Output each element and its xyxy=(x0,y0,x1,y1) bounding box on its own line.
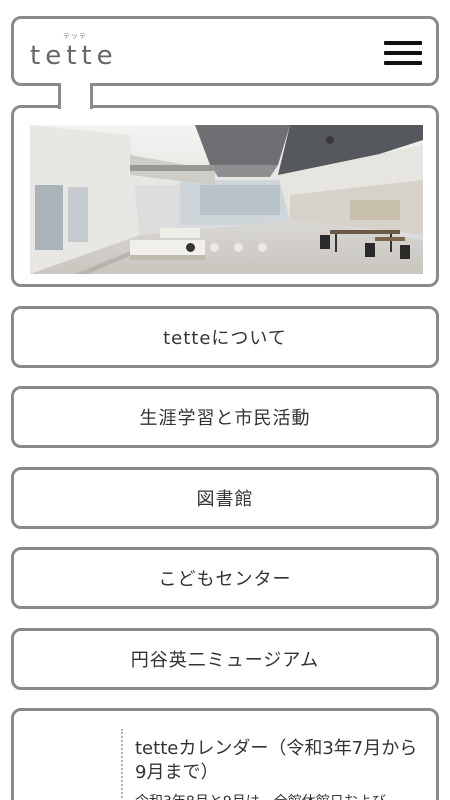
logo-ruby: テッテ xyxy=(63,32,87,40)
news-title[interactable]: tetteカレンダー（令和3年7月から9月まで） xyxy=(135,737,425,785)
nav-lifelong-learning[interactable]: 生涯学習と市民活動 xyxy=(11,386,439,448)
menu-bar-middle xyxy=(384,51,422,55)
hero-image[interactable] xyxy=(30,125,423,274)
slide-dot-2[interactable] xyxy=(209,243,219,252)
nav-library[interactable]: 図書館 xyxy=(11,467,439,529)
news-excerpt: 令和3年8月と9月は、全館休館日および xyxy=(135,791,435,800)
nav-kids-center[interactable]: こどもセンター xyxy=(11,547,439,609)
nav-about-tette[interactable]: tetteについて xyxy=(11,306,439,368)
nav-tsuburaya-museum[interactable]: 円谷英二ミュージアム xyxy=(11,628,439,690)
slide-dot-3[interactable] xyxy=(234,243,244,252)
hero-slider xyxy=(11,105,439,287)
slide-dot-4[interactable] xyxy=(258,243,268,252)
site-logo[interactable]: tette xyxy=(30,41,118,71)
menu-bar-top xyxy=(384,41,422,45)
news-divider xyxy=(121,729,123,800)
site-header: テッテ tette xyxy=(11,16,439,86)
slide-dot-1[interactable] xyxy=(185,243,195,252)
header-connector xyxy=(58,83,93,109)
hamburger-menu-icon[interactable] xyxy=(384,39,422,67)
news-card[interactable]: tetteカレンダー（令和3年7月から9月まで） 令和3年8月と9月は、全館休館… xyxy=(11,708,439,800)
slider-pagination xyxy=(30,237,423,256)
menu-bar-bottom xyxy=(384,61,422,65)
